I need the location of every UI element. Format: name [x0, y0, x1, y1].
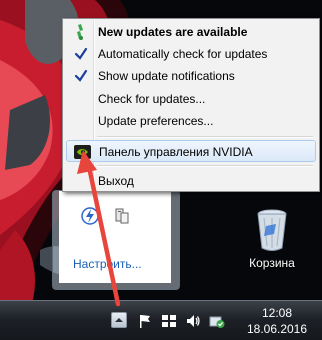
nvidia-logo-icon — [74, 145, 91, 159]
power-icon[interactable] — [81, 207, 99, 225]
show-hidden-icons-button[interactable] — [111, 312, 127, 328]
network-device-icon[interactable] — [113, 207, 131, 225]
menu-item-label: Automatically check for updates — [98, 47, 268, 61]
system-clock[interactable]: 12:08 18.06.2016 — [236, 305, 318, 337]
clock-date: 18.06.2016 — [246, 322, 308, 336]
nvidia-update-icon — [77, 24, 83, 40]
menu-separator — [97, 136, 313, 138]
menu-item-show-notifications[interactable]: Show update notifications — [66, 65, 316, 87]
menu-item-update-preferences[interactable]: Update preferences... — [66, 110, 316, 132]
menu-item-label: Панель управления NVIDIA — [99, 145, 253, 159]
update-shield-icon[interactable] — [209, 313, 225, 329]
menu-item-label: Check for updates... — [98, 92, 206, 106]
checkmark-icon — [74, 47, 88, 60]
recycle-bin[interactable]: Корзина — [242, 204, 302, 276]
taskbar: 12:08 18.06.2016 — [0, 300, 322, 340]
tray-overflow-panel: Настроить... — [59, 191, 171, 283]
recycle-bin-label: Корзина — [249, 256, 295, 270]
menu-item-auto-check[interactable]: Automatically check for updates — [66, 43, 316, 65]
chevron-up-icon — [115, 318, 123, 322]
menu-item-label: Update preferences... — [98, 114, 214, 128]
context-menu: New updates are available Automatically … — [62, 18, 320, 192]
customize-link[interactable]: Настроить... — [73, 257, 142, 271]
network-icon[interactable] — [161, 313, 177, 329]
tray-overflow-popup: Настроить... — [52, 190, 180, 290]
desktop-background: Корзина Настроить... New updates are ava… — [0, 0, 322, 340]
menu-item-label: Выход — [98, 174, 134, 188]
menu-item-nvidia-control-panel[interactable]: Панель управления NVIDIA — [66, 140, 316, 162]
volume-icon[interactable] — [185, 313, 201, 329]
menu-item-check-updates[interactable]: Check for updates... — [66, 88, 316, 110]
menu-item-new-updates[interactable]: New updates are available — [66, 21, 316, 43]
menu-separator — [97, 165, 313, 167]
recycle-bin-icon — [257, 209, 287, 251]
clock-time: 12:08 — [261, 306, 293, 320]
menu-item-exit[interactable]: Выход — [66, 170, 316, 192]
menu-item-label: Show update notifications — [98, 69, 235, 83]
menu-item-label: New updates are available — [98, 25, 248, 39]
checkmark-icon — [74, 69, 88, 82]
flag-icon[interactable] — [137, 313, 153, 329]
